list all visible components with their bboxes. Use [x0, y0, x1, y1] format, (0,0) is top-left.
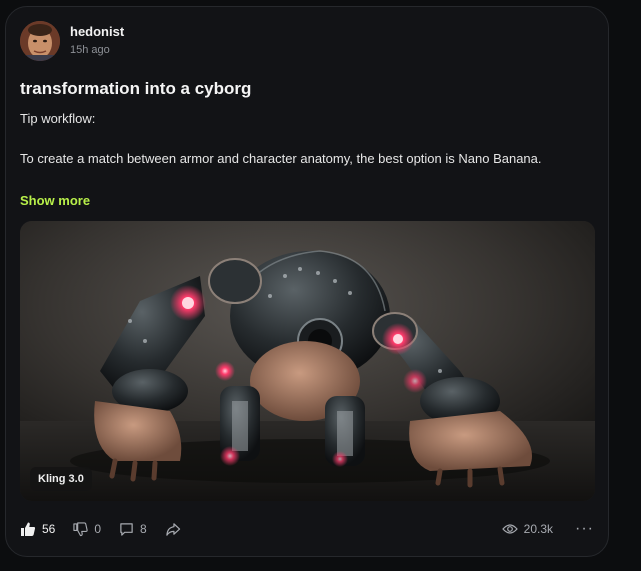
author-username[interactable]: hedonist [70, 24, 124, 40]
share-icon [166, 522, 180, 536]
more-icon[interactable]: ··· [575, 521, 594, 537]
comment-count: 8 [140, 522, 147, 536]
dislike-button[interactable]: 0 [73, 521, 102, 537]
eye-icon [501, 524, 518, 534]
author-meta: hedonist 15h ago [70, 24, 124, 58]
avatar-image [20, 21, 60, 61]
dislike-count: 0 [94, 522, 102, 536]
model-badge: Kling 3.0 [30, 467, 92, 491]
view-count: 20.3k [501, 522, 554, 536]
share-button[interactable] [165, 522, 187, 537]
view-count-value: 20.3k [523, 522, 554, 536]
post-body-line: To create a match between armor and char… [20, 151, 542, 166]
avatar[interactable] [20, 21, 60, 61]
like-count: 56 [42, 522, 56, 536]
like-button[interactable]: 56 [20, 521, 55, 537]
show-more-link[interactable]: Show more [20, 193, 90, 208]
post-card: hedonist 15h ago transformation into a c… [5, 6, 609, 557]
thumbs-down-icon [73, 521, 89, 536]
post-actions: 56 0 8 20.3k ··· [20, 519, 594, 539]
post-title: transformation into a cyborg [20, 79, 252, 98]
comment-button[interactable]: 8 [119, 522, 147, 537]
thumbs-up-icon [21, 522, 36, 536]
comment-icon [120, 522, 133, 536]
post-header: hedonist 15h ago [20, 21, 124, 61]
post-timestamp: 15h ago [70, 44, 110, 56]
cyborg-render-image [20, 221, 595, 501]
post-media[interactable]: Kling 3.0 [20, 221, 595, 501]
post-body-line: Tip workflow: [20, 111, 96, 126]
